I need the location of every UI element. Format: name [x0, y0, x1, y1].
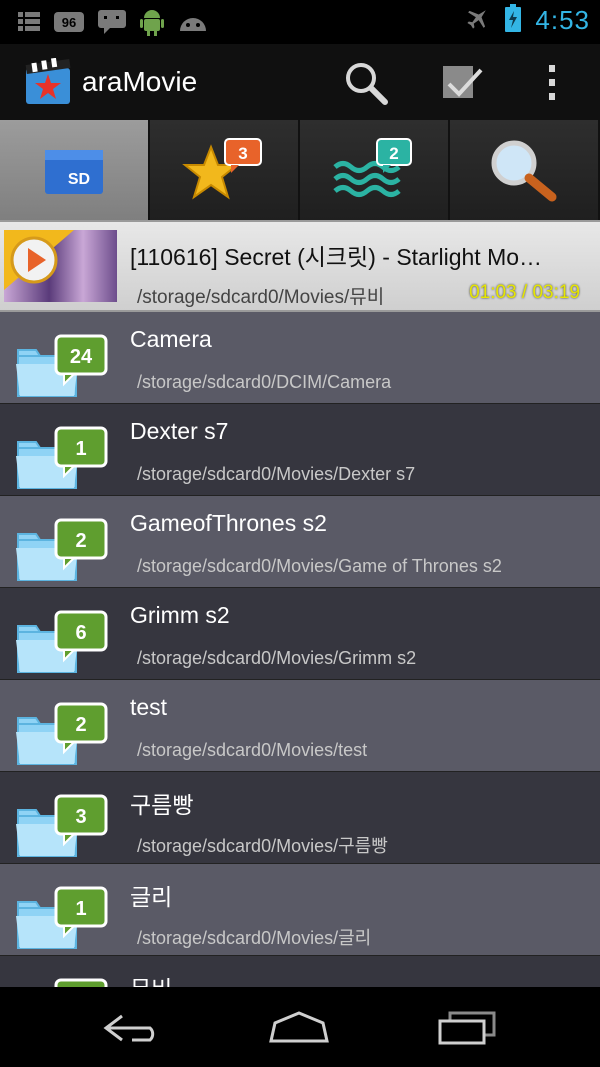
tab-bar: SD 3 2 [0, 120, 600, 222]
tab-streams[interactable]: 2 [300, 120, 450, 220]
tab-sd-card[interactable]: SD [0, 120, 150, 220]
folder-icon: 1 [16, 426, 108, 489]
battery-icon [505, 4, 522, 37]
folder-path: /storage/sdcard0/Movies/글리 [137, 928, 372, 948]
folder-count-badge: 3 [75, 806, 86, 828]
folder-count-badge: 2 [75, 530, 86, 552]
folder-title: 뮤비 [130, 970, 172, 987]
notification-badge-text: 96 [62, 15, 76, 30]
notification-badge-icon: 96 [54, 11, 84, 38]
folder-title: Dexter s7 [130, 418, 229, 444]
android-head-icon [178, 11, 208, 38]
folder-title: 글리 [130, 884, 173, 910]
status-bar: 96 4:53 [0, 0, 600, 44]
folder-count-badge: 1 [75, 438, 86, 460]
now-playing-row[interactable]: [110616] Secret (시크릿) - Starlight Mo… /s… [0, 222, 600, 312]
folder-count-badge: 1 [75, 898, 86, 920]
search-icon[interactable] [340, 58, 392, 108]
folder-count-badge: 24 [70, 346, 93, 368]
folder-title: 구름빵 [130, 792, 194, 818]
folder-path: /storage/sdcard0/Movies/Dexter s7 [137, 464, 416, 484]
folder-title: GameofThrones s2 [130, 510, 327, 536]
folder-path: /storage/sdcard0/Movies/test [137, 740, 368, 760]
sd-card-icon: SD [45, 150, 103, 194]
home-icon[interactable] [254, 1003, 344, 1053]
folder-row[interactable]: 24 Camera/storage/sdcard0/DCIM/Camera [0, 312, 600, 404]
magnifier-icon [491, 140, 557, 202]
sd-label: SD [68, 171, 90, 188]
folder-row[interactable]: 2 GameofThrones s2/storage/sdcard0/Movies… [0, 496, 600, 588]
folder-title: Grimm s2 [130, 602, 230, 628]
video-thumbnail [4, 230, 117, 302]
clock: 4:53 [535, 5, 590, 35]
folder-icon: 2 [16, 702, 108, 765]
folder-path: /storage/sdcard0/Movies/Grimm s2 [137, 648, 417, 668]
chat-icon [98, 10, 126, 39]
android-icon [140, 8, 164, 41]
folder-icon: 24 [16, 334, 108, 397]
overflow-menu-icon[interactable] [526, 58, 578, 108]
folder-path: /storage/sdcard0/Movies/구름빵 [137, 836, 388, 856]
now-playing-time: 01:03 / 03:19 [469, 282, 580, 303]
app-logo-icon[interactable] [24, 57, 72, 106]
navigation-bar [0, 987, 600, 1067]
recent-apps-icon[interactable] [422, 1003, 512, 1053]
streams-badge: 2 [389, 144, 398, 163]
folder-path: /storage/sdcard0/Movies/Game of Thrones … [137, 556, 502, 576]
now-playing-title: [110616] Secret (시크릿) - Starlight Mo… [130, 244, 543, 270]
action-bar: araMovie [0, 44, 600, 122]
folder-title: test [130, 694, 168, 720]
tab-search[interactable] [450, 120, 600, 220]
favorites-badge: 3 [238, 144, 247, 163]
back-icon[interactable] [88, 1003, 178, 1053]
folder-title: Camera [130, 326, 212, 352]
folder-row[interactable]: 6 Grimm s2/storage/sdcard0/Movies/Grimm s… [0, 588, 600, 680]
tab-favorites[interactable]: 3 [150, 120, 300, 220]
folder-count-badge: 2 [75, 714, 86, 736]
airplane-icon [465, 5, 491, 36]
folder-row[interactable]: 7 뮤비 [0, 956, 600, 987]
folder-row[interactable]: 1 Dexter s7/storage/sdcard0/Movies/Dexter… [0, 404, 600, 496]
media-list: [110616] Secret (시크릿) - Starlight Mo… /s… [0, 222, 600, 987]
folder-row[interactable]: 2 test/storage/sdcard0/Movies/test [0, 680, 600, 772]
star-icon: 3 [182, 138, 262, 200]
folder-count-badge: 6 [75, 622, 86, 644]
play-icon [4, 230, 74, 290]
folder-icon: 3 [16, 794, 108, 857]
checkbox-icon[interactable] [436, 58, 488, 108]
grid-icon [18, 10, 40, 39]
folder-row[interactable]: 1 글리/storage/sdcard0/Movies/글리 [0, 864, 600, 956]
folder-path: /storage/sdcard0/DCIM/Camera [137, 372, 392, 392]
folder-row[interactable]: 3 구름빵/storage/sdcard0/Movies/구름빵 [0, 772, 600, 864]
now-playing-path: /storage/sdcard0/Movies/뮤비 [137, 287, 385, 308]
folder-icon: 6 [16, 610, 108, 673]
folder-icon: 1 [16, 886, 108, 949]
folder-icon: 2 [16, 518, 108, 581]
app-title: araMovie [82, 66, 198, 97]
waves-icon: 2 [333, 138, 412, 197]
folder-icon: 7 [54, 978, 108, 987]
